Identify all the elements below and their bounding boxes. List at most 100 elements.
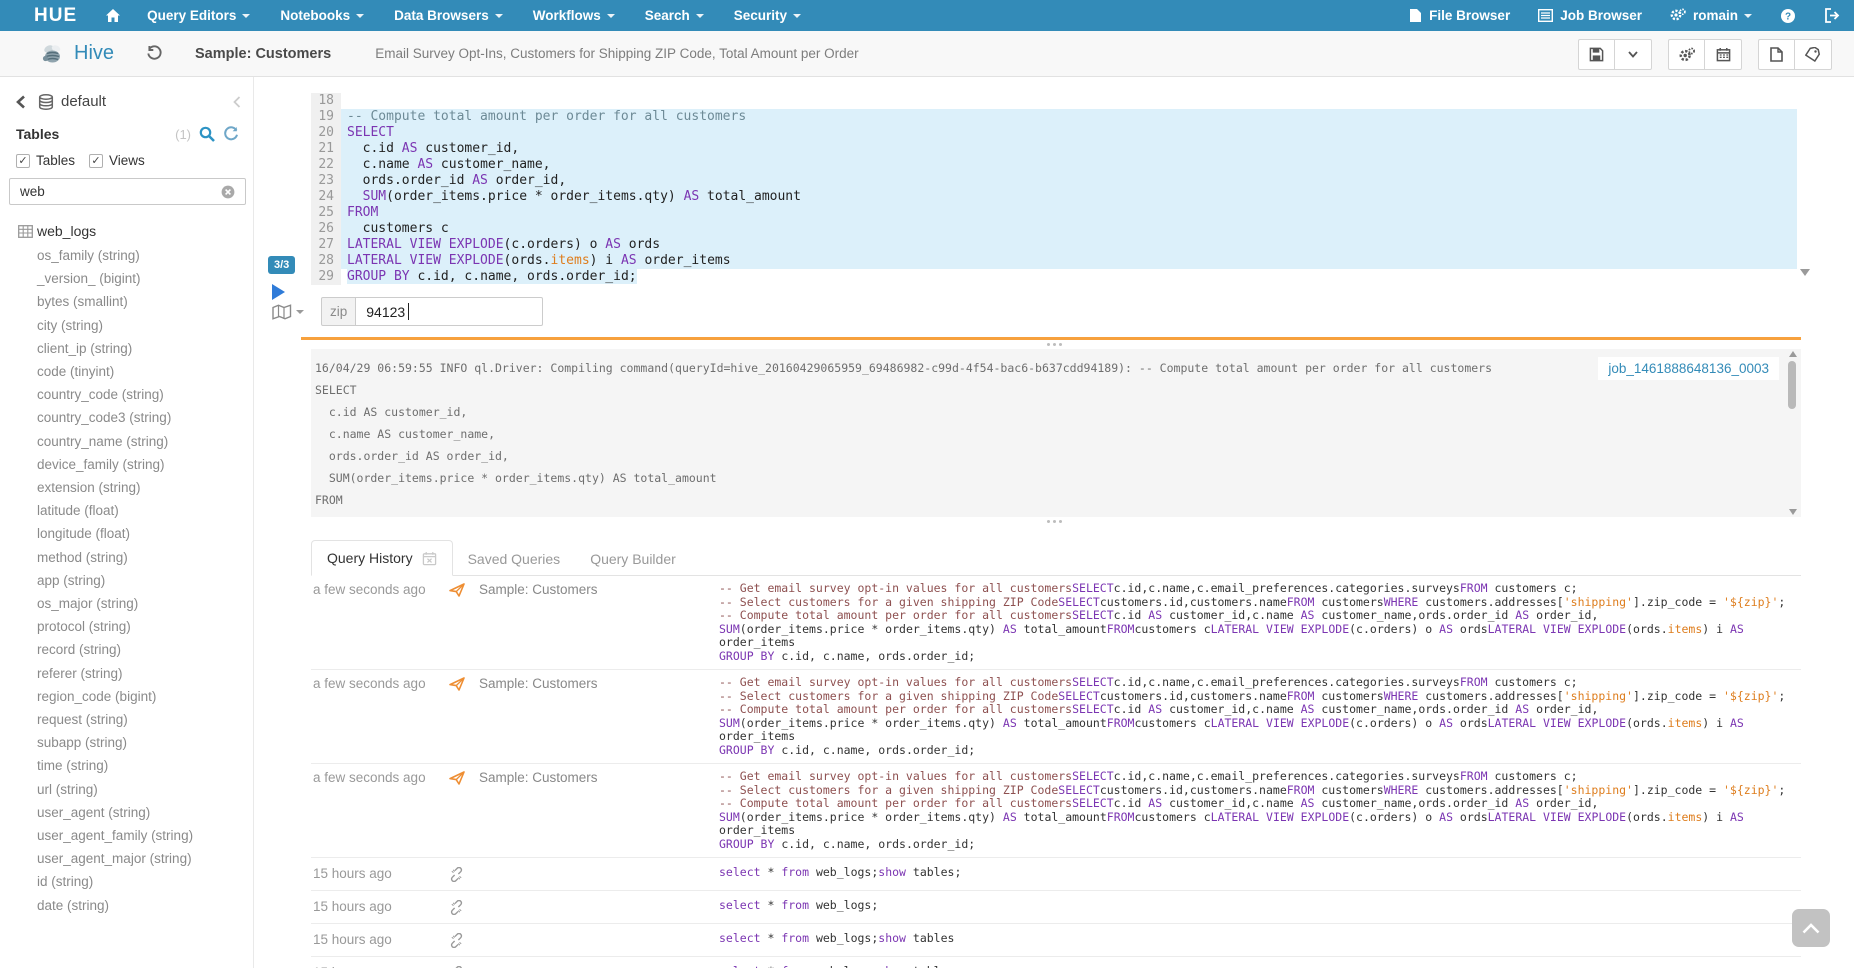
- column-item[interactable]: url (string): [37, 778, 253, 801]
- history-row[interactable]: a few seconds ago Sample: Customers-- Ge…: [311, 670, 1801, 764]
- code-line[interactable]: 23 ords.order_id AS order_id,: [311, 173, 1797, 189]
- code-line[interactable]: 26 customers c: [311, 221, 1797, 237]
- resize-handle-top[interactable]: [254, 340, 1854, 349]
- column-item[interactable]: method (string): [37, 546, 253, 569]
- clear-filter-icon[interactable]: [221, 185, 235, 199]
- scrollbar-thumb[interactable]: [1788, 361, 1796, 409]
- code-line[interactable]: 21 c.id AS customer_id,: [311, 141, 1797, 157]
- nav-item-query-editors[interactable]: Query Editors: [147, 8, 250, 23]
- app-name[interactable]: Hive: [74, 42, 114, 65]
- column-item[interactable]: country_name (string): [37, 430, 253, 453]
- collapse-sidebar-icon[interactable]: [233, 96, 241, 108]
- history-row[interactable]: a few seconds ago Sample: Customers-- Ge…: [311, 576, 1801, 670]
- history-query-sql[interactable]: select * from web_logs;show tables: [719, 932, 1801, 946]
- code-line[interactable]: 29GROUP BY c.id, c.name, ords.order_id;: [311, 269, 1797, 285]
- column-item[interactable]: id (string): [37, 870, 253, 893]
- code-line[interactable]: 27LATERAL VIEW EXPLODE(c.orders) o AS or…: [311, 237, 1797, 253]
- nav-item-security[interactable]: Security: [734, 8, 801, 23]
- column-item[interactable]: date (string): [37, 894, 253, 917]
- scroll-to-top-button[interactable]: [1792, 909, 1830, 947]
- column-item[interactable]: referer (string): [37, 662, 253, 685]
- database-name[interactable]: default: [61, 93, 106, 110]
- resize-handle-bottom[interactable]: [254, 517, 1854, 526]
- file-browser-link[interactable]: File Browser: [1409, 8, 1510, 23]
- column-item[interactable]: client_ip (string): [37, 337, 253, 360]
- column-item[interactable]: app (string): [37, 569, 253, 592]
- column-item[interactable]: record (string): [37, 638, 253, 661]
- refresh-icon[interactable]: [223, 126, 239, 142]
- tab-query-history[interactable]: Query History: [311, 540, 453, 576]
- user-menu[interactable]: romain: [1670, 8, 1752, 23]
- save-button[interactable]: [1578, 39, 1615, 70]
- nav-item-search[interactable]: Search: [645, 8, 704, 23]
- nav-item-data-browsers[interactable]: Data Browsers: [394, 8, 503, 23]
- column-item[interactable]: user_agent_family (string): [37, 824, 253, 847]
- scroll-down-icon[interactable]: [1789, 509, 1797, 515]
- settings-button[interactable]: [1668, 39, 1705, 70]
- column-item[interactable]: region_code (bigint): [37, 685, 253, 708]
- column-item[interactable]: code (tinyint): [37, 360, 253, 383]
- search-icon[interactable]: [199, 126, 215, 142]
- query-log-panel[interactable]: job_1461888648136_0003 16/04/29 06:59:55…: [311, 349, 1801, 517]
- nav-item-notebooks[interactable]: Notebooks: [280, 8, 364, 23]
- variables-map-icon[interactable]: [272, 304, 304, 320]
- code-line[interactable]: 19-- Compute total amount per order for …: [311, 109, 1797, 125]
- nav-item-workflows[interactable]: Workflows: [533, 8, 615, 23]
- column-item[interactable]: os_major (string): [37, 592, 253, 615]
- save-options-button[interactable]: [1615, 39, 1652, 70]
- code-line[interactable]: 18: [311, 93, 1797, 109]
- query-history-icon[interactable]: [146, 45, 163, 62]
- history-query-sql[interactable]: -- Get email survey opt-in values for al…: [719, 676, 1801, 757]
- execute-button[interactable]: [272, 284, 285, 300]
- scroll-up-icon[interactable]: [1789, 351, 1797, 357]
- column-item[interactable]: time (string): [37, 754, 253, 777]
- hue-logo[interactable]: HUE: [34, 5, 77, 27]
- column-item[interactable]: city (string): [37, 314, 253, 337]
- column-item[interactable]: request (string): [37, 708, 253, 731]
- new-document-button[interactable]: [1758, 39, 1795, 70]
- column-item[interactable]: device_family (string): [37, 453, 253, 476]
- column-item[interactable]: user_agent (string): [37, 801, 253, 824]
- code-line[interactable]: 28LATERAL VIEW EXPLODE(ords.items) i AS …: [311, 253, 1797, 269]
- column-item[interactable]: subapp (string): [37, 731, 253, 754]
- history-row[interactable]: 15 hours ago select * from web_logs;show…: [311, 858, 1801, 891]
- job-link[interactable]: job_1461888648136_0003: [1598, 357, 1779, 380]
- column-item[interactable]: longitude (float): [37, 522, 253, 545]
- table-web-logs[interactable]: web_logs: [0, 205, 253, 239]
- code-line[interactable]: 20SELECT: [311, 125, 1797, 141]
- history-query-sql[interactable]: -- Get email survey opt-in values for al…: [719, 582, 1801, 663]
- tab-query-builder[interactable]: Query Builder: [575, 542, 691, 576]
- sql-editor[interactable]: 1819-- Compute total amount per order fo…: [254, 77, 1854, 340]
- tables-checkbox[interactable]: ✓: [16, 154, 30, 168]
- code-area[interactable]: 1819-- Compute total amount per order fo…: [311, 93, 1797, 285]
- column-item[interactable]: country_code3 (string): [37, 406, 253, 429]
- column-item[interactable]: user_agent_major (string): [37, 847, 253, 870]
- code-line[interactable]: 25FROM: [311, 205, 1797, 221]
- column-item[interactable]: extension (string): [37, 476, 253, 499]
- history-row[interactable]: 15 hours ago select * from web_logs;: [311, 891, 1801, 924]
- history-query-sql[interactable]: select * from web_logs;: [719, 899, 1801, 913]
- column-item[interactable]: latitude (float): [37, 499, 253, 522]
- clear-history-icon[interactable]: [422, 551, 437, 566]
- tags-button[interactable]: [1795, 39, 1832, 70]
- back-arrow-icon[interactable]: [16, 95, 26, 109]
- history-row[interactable]: a few seconds ago Sample: Customers-- Ge…: [311, 764, 1801, 858]
- history-row[interactable]: 15 hours ago select * from web_logs;show…: [311, 924, 1801, 957]
- help-button[interactable]: ?: [1780, 8, 1796, 24]
- column-item[interactable]: protocol (string): [37, 615, 253, 638]
- job-browser-link[interactable]: Job Browser: [1538, 8, 1642, 23]
- column-item[interactable]: country_code (string): [37, 383, 253, 406]
- home-icon[interactable]: [105, 8, 121, 23]
- history-query-sql[interactable]: select * from web_logs;show tables: [719, 965, 1801, 968]
- history-query-sql[interactable]: -- Get email survey opt-in values for al…: [719, 770, 1801, 851]
- log-scrollbar[interactable]: [1786, 351, 1798, 515]
- editor-scroll-down-icon[interactable]: [1800, 269, 1810, 276]
- column-item[interactable]: os_family (string): [37, 244, 253, 267]
- column-item[interactable]: bytes (smallint): [37, 290, 253, 313]
- column-item[interactable]: _version_ (bigint): [37, 267, 253, 290]
- history-query-sql[interactable]: select * from web_logs;show tables;: [719, 866, 1801, 880]
- clear-history-icon[interactable]: [422, 551, 437, 566]
- history-row[interactable]: 15 hours ago select * from web_logs;show…: [311, 957, 1801, 968]
- table-filter-input[interactable]: [9, 178, 246, 205]
- variable-value-input[interactable]: [356, 297, 543, 326]
